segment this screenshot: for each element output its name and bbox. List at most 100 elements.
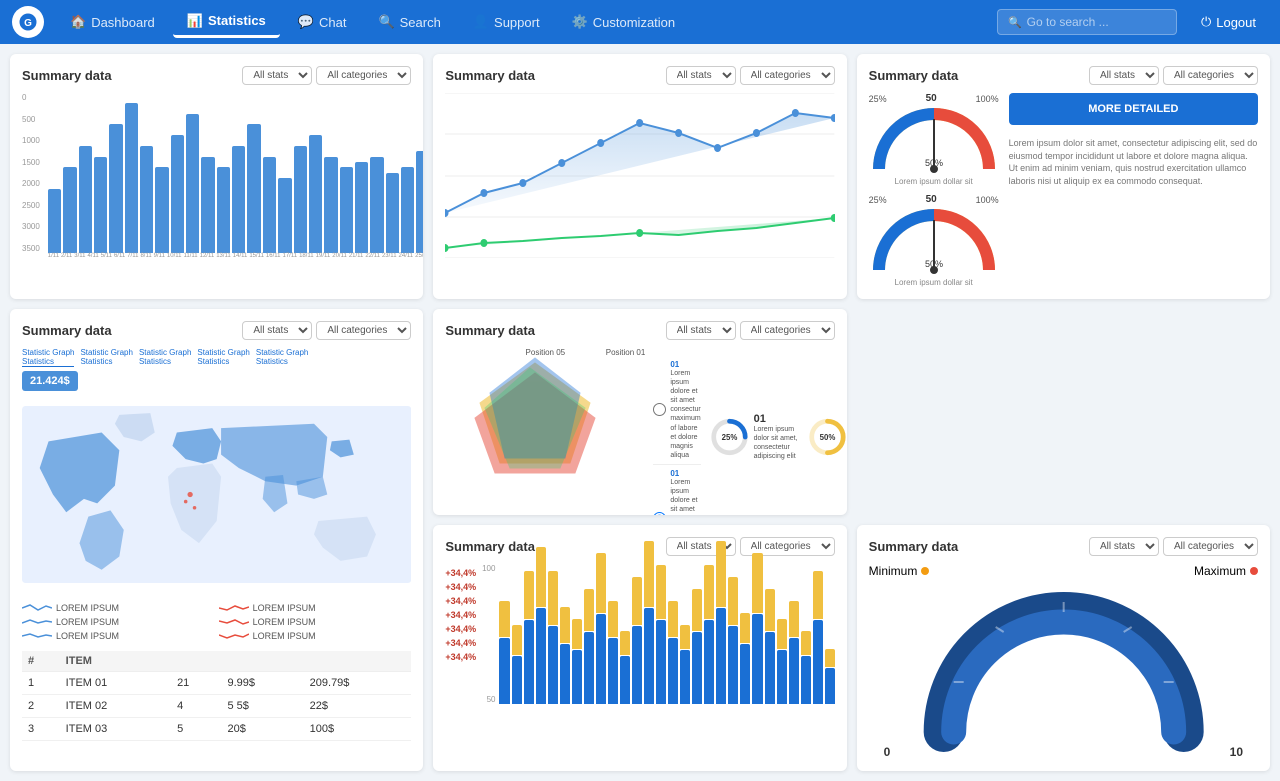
gauge2: 25% 50 100% 50% Lorem ipsum dollar sit xyxy=(869,194,999,287)
chat-icon: 💬 xyxy=(298,14,314,30)
svg-text:50%: 50% xyxy=(819,433,835,442)
complex-radio-0: 01 Lorem ipsum dolore et sit amet consec… xyxy=(653,360,700,460)
complex-radar: Position 05 Position 01 Position 04 Posi… xyxy=(445,348,645,515)
map-tab-3[interactable]: Statistic GraphStatistics xyxy=(197,348,249,367)
bar2-item-14 xyxy=(668,601,678,704)
bar-item-21 xyxy=(370,157,383,253)
radial-25: 25% 01 Lorem ipsum dolor sit amet, conse… xyxy=(709,348,801,515)
home-icon: 🏠 xyxy=(70,14,86,30)
search-input[interactable] xyxy=(1027,15,1167,29)
radial-filter2[interactable]: All categories xyxy=(1163,537,1258,556)
bar2-chart-area xyxy=(499,564,834,704)
svg-text:50%: 50% xyxy=(925,259,943,269)
legend-item-1: LOREM IPSUM xyxy=(219,603,412,613)
logout-icon: ⏻ xyxy=(1201,14,1211,30)
stats-icon: 📊 xyxy=(187,13,203,29)
radial-controls: All stats All categories xyxy=(1089,537,1258,556)
bar-item-23 xyxy=(401,167,414,253)
map-header: Summary data All stats All categories xyxy=(22,321,411,340)
map-filter1[interactable]: All stats xyxy=(242,321,312,340)
radio-1[interactable] xyxy=(653,512,666,515)
bar-item-16 xyxy=(294,146,307,253)
svg-text:21.424$: 21.424$ xyxy=(1027,705,1099,727)
bar-item-10 xyxy=(201,157,214,253)
radio-0[interactable] xyxy=(653,403,666,416)
map-value-badge: 21.424$ xyxy=(22,371,78,391)
map-tab-0[interactable]: Statistic GraphStatistics xyxy=(22,348,74,367)
nav-statistics[interactable]: 📊 Statistics xyxy=(173,7,280,38)
svg-text:25%: 25% xyxy=(721,433,737,442)
bar2-item-19 xyxy=(728,577,738,704)
line-chart-card: Summary data All stats All categories xyxy=(433,54,846,299)
nav-customization[interactable]: ⚙️ Customization xyxy=(558,8,690,36)
legend-item-4: LOREM IPSUM xyxy=(22,631,215,641)
complex-controls: All stats All categories xyxy=(666,321,835,340)
nav-chat[interactable]: 💬 Chat xyxy=(284,8,361,36)
gauge-card: Summary data All stats All categories 25… xyxy=(857,54,1270,299)
table-row: 1ITEM 01219.99$209.79$ xyxy=(22,672,411,695)
bar2-item-26 xyxy=(813,571,823,704)
bar-item-17 xyxy=(309,135,322,253)
bar2-item-10 xyxy=(620,631,630,704)
nav-support-label: Support xyxy=(494,15,540,30)
map-tab-4[interactable]: Statistic GraphStatistics xyxy=(256,348,308,367)
complex-filter2[interactable]: All categories xyxy=(740,321,835,340)
bar-item-12 xyxy=(232,146,245,253)
gear-icon: ⚙️ xyxy=(572,14,588,30)
logout-button[interactable]: ⏻ Logout xyxy=(1189,8,1268,36)
bar-item-2 xyxy=(79,146,92,253)
line-chart-filter1[interactable]: All stats xyxy=(666,66,736,85)
line-chart-header: Summary data All stats All categories xyxy=(445,66,834,85)
line-chart-filter2[interactable]: All categories xyxy=(740,66,835,85)
bar-item-20 xyxy=(355,162,368,253)
gauge1-svg: 50% xyxy=(869,104,999,174)
max-label: Maximum xyxy=(1194,564,1246,578)
bar-chart-filter2[interactable]: All categories xyxy=(316,66,411,85)
line-chart-svg xyxy=(445,93,834,258)
radial-filter1[interactable]: All stats xyxy=(1089,537,1159,556)
svg-text:G: G xyxy=(24,18,32,29)
bar2-item-9 xyxy=(608,601,618,704)
bar-item-9 xyxy=(186,114,199,253)
complex-filter1[interactable]: All stats xyxy=(666,321,736,340)
map-tab-1[interactable]: Statistic GraphStatistics xyxy=(80,348,132,367)
bar2-side-labels: +34,4% +34,4% +34,4% +34,4% +34,4% +34,4… xyxy=(445,564,476,706)
nav-dashboard[interactable]: 🏠 Dashboard xyxy=(56,8,169,36)
bar2-item-23 xyxy=(777,619,787,704)
complex-radials: 25% 01 Lorem ipsum dolor sit amet, conse… xyxy=(709,348,847,515)
bar2-item-0 xyxy=(499,601,509,704)
search-box[interactable]: 🔍 xyxy=(997,9,1177,35)
bar2-item-3 xyxy=(536,547,546,704)
map-tab-2[interactable]: Statistic GraphStatistics xyxy=(139,348,191,367)
svg-text:February: February xyxy=(1043,689,1083,700)
map-table-body: 1ITEM 01219.99$209.79$2ITEM 0245 5$22$3I… xyxy=(22,672,411,741)
map-svg xyxy=(22,397,411,592)
bar2-item-16 xyxy=(692,589,702,704)
bar2-item-1 xyxy=(512,625,522,704)
bar2-title: Summary data xyxy=(445,539,535,554)
complex-title: Summary data xyxy=(445,323,535,338)
bar2-y-labels: 100 50 xyxy=(482,564,835,704)
complex-bars-section: 01 Lorem ipsum dolore et sit amet consec… xyxy=(653,348,700,515)
bar2-item-8 xyxy=(596,553,606,704)
gauge-meters: 25% 50 100% 50% Lorem ipsum dollar sit xyxy=(869,93,999,287)
logout-label: Logout xyxy=(1216,15,1256,30)
bar-item-18 xyxy=(324,157,337,253)
bar2-controls: All stats All categories xyxy=(666,537,835,556)
bar-item-6 xyxy=(140,146,153,253)
col-num: # xyxy=(22,651,60,672)
bar-chart-header: Summary data All stats All categories xyxy=(22,66,411,85)
nav-support[interactable]: 👤 Support xyxy=(459,8,554,36)
map-filter2[interactable]: All categories xyxy=(316,321,411,340)
bar-chart-filter1[interactable]: All stats xyxy=(242,66,312,85)
bar2-item-13 xyxy=(656,565,666,704)
bar-item-13 xyxy=(247,124,260,253)
gauge-filter2[interactable]: All categories xyxy=(1163,66,1258,85)
radial-header: Summary data All stats All categories xyxy=(869,537,1258,556)
bar2-item-12 xyxy=(644,541,654,704)
more-detailed-button[interactable]: MORE DETAILED xyxy=(1009,93,1258,125)
gauge-filter1[interactable]: All stats xyxy=(1089,66,1159,85)
nav-search[interactable]: 🔍 Search xyxy=(364,8,454,36)
bar-chart-bars xyxy=(44,93,424,253)
gauge-controls: All stats All categories xyxy=(1089,66,1258,85)
